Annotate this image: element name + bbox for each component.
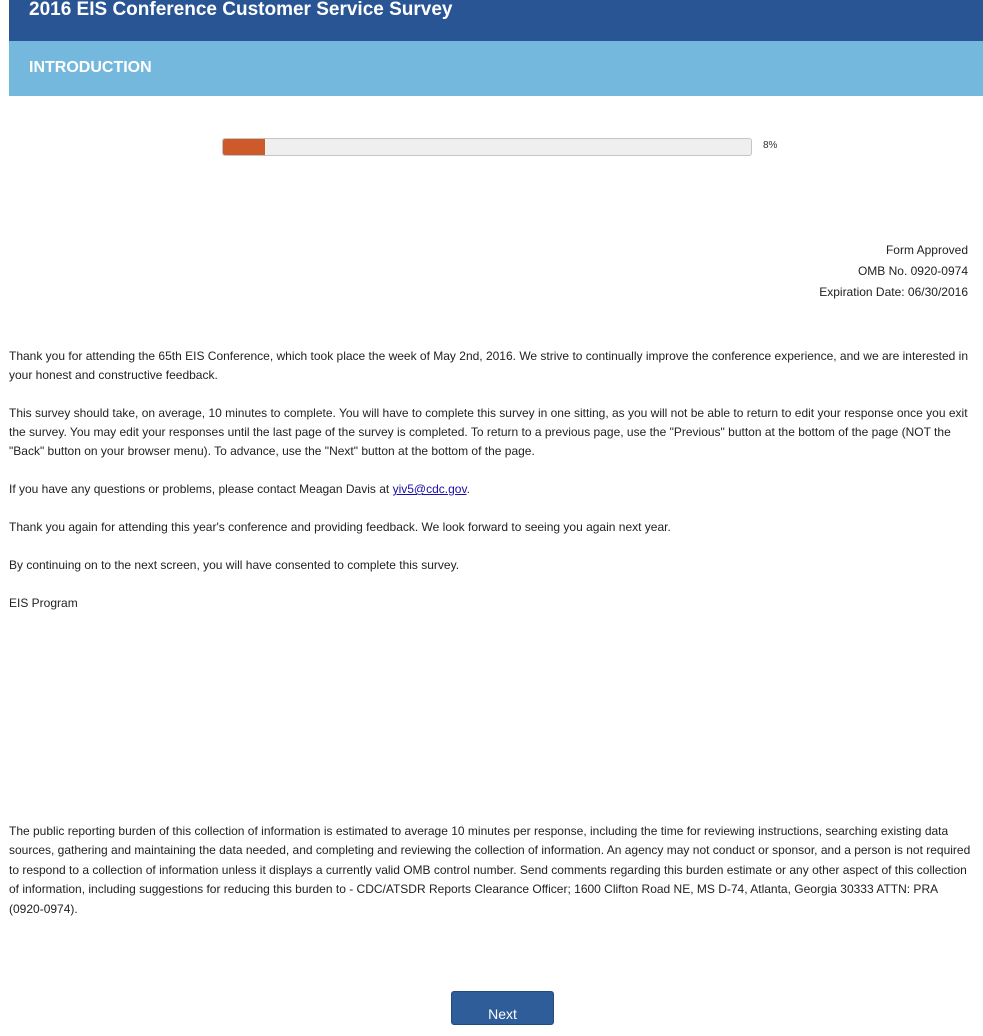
- form-approval: Form Approved OMB No. 0920-0974 Expirati…: [819, 240, 968, 303]
- intro-signature: EIS Program: [9, 596, 78, 610]
- intro-paragraph-instructions: This survey should take, on average, 10 …: [9, 406, 968, 458]
- survey-title: 2016 EIS Conference Customer Service Sur…: [29, 0, 453, 20]
- intro-paragraph-contact: If you have any questions or problems, p…: [9, 480, 975, 499]
- intro-paragraph-consent: By continuing on to the next screen, you…: [9, 558, 460, 572]
- expiration-date: Expiration Date: 06/30/2016: [819, 285, 968, 299]
- section-header: INTRODUCTION: [9, 41, 983, 96]
- intro-paragraph-thanks: Thank you for attending the 65th EIS Con…: [9, 349, 969, 382]
- burden-statement: The public reporting burden of this coll…: [9, 824, 971, 916]
- contact-text: If you have any questions or problems, p…: [9, 482, 393, 496]
- contact-text-end: .: [466, 482, 470, 496]
- progress-bar-fill: [223, 139, 266, 155]
- progress-bar: [222, 138, 752, 156]
- section-title: INTRODUCTION: [29, 59, 152, 76]
- form-approved-text: Form Approved: [885, 243, 968, 257]
- intro-paragraph-thanks-again: Thank you again for attending this year'…: [9, 520, 671, 534]
- next-button[interactable]: Next: [451, 991, 554, 1025]
- survey-header: 2016 EIS Conference Customer Service Sur…: [9, 0, 983, 41]
- progress-percent: 8%: [763, 140, 778, 151]
- omb-number: OMB No. 0920-0974: [857, 264, 968, 278]
- introduction-text: Thank you for attending the 65th EIS Con…: [9, 347, 975, 632]
- contact-email-link[interactable]: yiv5@cdc.gov: [393, 482, 467, 496]
